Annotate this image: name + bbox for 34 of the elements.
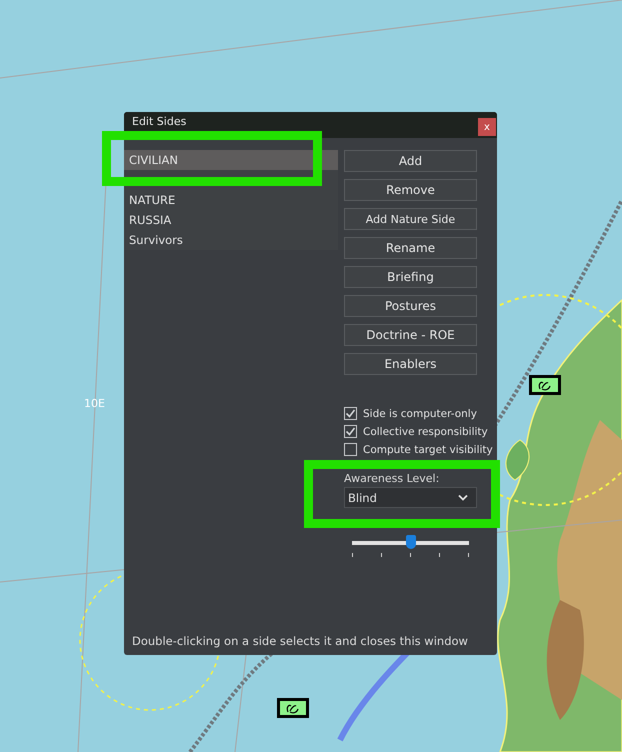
checkbox-label: Side is computer-only	[363, 408, 477, 420]
chevron-down-icon	[458, 494, 468, 501]
side-item[interactable]: RUSSIA	[124, 210, 338, 230]
side-button[interactable]: Rename	[344, 237, 477, 259]
side-item[interactable]: CIVILIAN	[124, 150, 338, 170]
checkbox[interactable]	[344, 443, 357, 456]
close-button[interactable]: x	[478, 118, 496, 136]
side-list[interactable]: CIVILIAN NATURE RUSSIA Survivors	[124, 150, 338, 634]
slider-tick	[381, 553, 382, 557]
side-button[interactable]: Postures	[344, 295, 477, 317]
slider-tick	[410, 553, 411, 557]
slider-tick	[468, 553, 469, 557]
slider-tick	[352, 553, 353, 557]
window-title: Edit Sides	[132, 115, 186, 128]
field-label: Awareness Level:	[344, 472, 440, 485]
checkbox[interactable]	[344, 425, 357, 438]
slider-thumb[interactable]	[406, 535, 416, 549]
checkbox-label: Compute target visibility	[363, 444, 493, 456]
checkbox-label: Collective responsibility	[363, 426, 488, 438]
side-button[interactable]: Enablers	[344, 353, 477, 375]
awareness-dropdown[interactable]: Blind	[344, 487, 477, 508]
side-button[interactable]: Remove	[344, 179, 477, 201]
unit-symbol-icon[interactable]	[277, 698, 309, 718]
slider-tick	[439, 553, 440, 557]
hint-text: Double-clicking on a side selects it and closes this window	[131, 634, 469, 650]
side-item[interactable]: Survivors	[124, 230, 338, 250]
side-button[interactable]: Doctrine - ROE	[344, 324, 477, 346]
side-button[interactable]: Add Nature Side	[344, 208, 477, 230]
side-item[interactable]: NATURE	[124, 190, 338, 210]
unit-symbol-icon[interactable]	[529, 375, 561, 395]
checkbox[interactable]	[344, 407, 357, 420]
side-button[interactable]: Add	[344, 150, 477, 172]
grid-label: 10E	[84, 397, 105, 410]
side-button[interactable]: Briefing	[344, 266, 477, 288]
